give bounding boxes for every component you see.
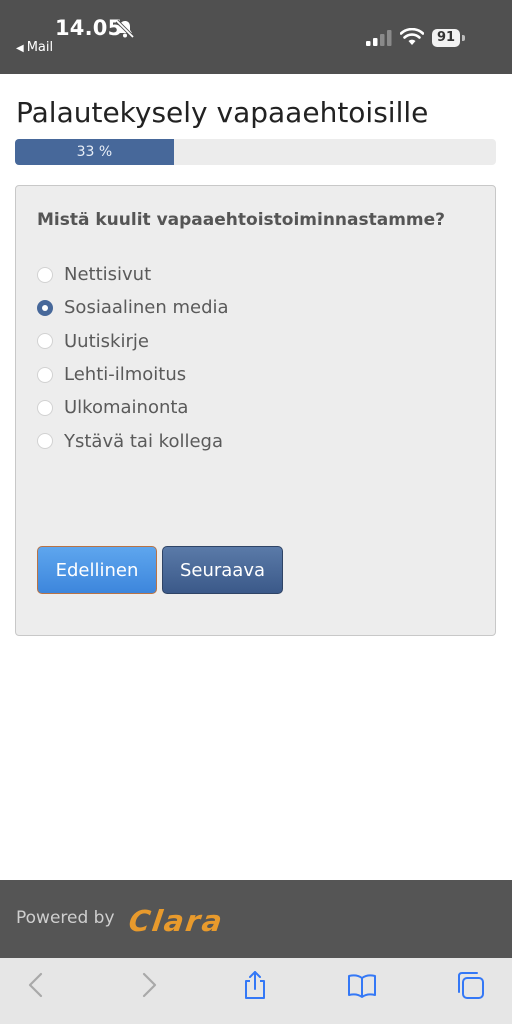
option-label: Sosiaalinen media [64,297,229,319]
option-label: Ulkomainonta [64,397,189,419]
powered-by-text: Powered by [16,908,115,928]
question-text: Mistä kuulit vapaaehtoistoiminnastamme? [37,210,446,230]
next-button[interactable]: Seuraava [162,546,283,594]
battery-level: 91 [436,30,456,45]
option-label: Nettisivut [64,264,152,286]
battery-icon: 91 [432,29,460,47]
share-icon[interactable] [240,970,270,1000]
back-app-label: Mail [26,40,54,55]
option-sosiaalinen-media[interactable]: Sosiaalinen media [37,291,229,324]
progress-bar: 33 % [15,139,496,165]
option-ystava-tai-kollega[interactable]: Ystävä tai kollega [37,424,229,457]
question-card: Mistä kuulit vapaaehtoistoiminnastamme? … [15,185,496,636]
radio-button[interactable] [37,366,53,383]
status-bar: 14.05 ◀ Mail 91 [0,0,512,74]
browser-toolbar [0,958,512,1024]
clara-logo[interactable]: Clara [127,904,226,938]
status-time: 14.05 [55,16,123,40]
option-label: Ystävä tai kollega [64,430,224,452]
footer: Powered by Clara [0,880,512,958]
radio-button[interactable] [37,266,53,283]
bookmarks-icon[interactable] [347,970,377,1000]
option-ulkomainonta[interactable]: Ulkomainonta [37,391,229,424]
tabs-icon[interactable] [455,970,485,1000]
battery-tip [462,35,465,41]
progress-label: 33 % [76,144,113,160]
option-label: Uutiskirje [64,330,149,352]
wifi-icon [400,28,424,45]
bell-slash-icon [115,19,135,39]
radio-button[interactable] [37,333,53,350]
option-lehti-ilmoitus[interactable]: Lehti-ilmoitus [37,358,229,391]
back-icon[interactable] [22,970,52,1000]
back-to-mail-link[interactable]: ◀ Mail [16,40,53,55]
progress-fill: 33 % [15,139,174,165]
option-nettisivut[interactable]: Nettisivut [37,258,229,291]
answer-options: Nettisivut Sosiaalinen media Uutiskirje … [37,258,229,458]
previous-button[interactable]: Edellinen [37,546,157,594]
radio-button[interactable] [37,299,53,316]
signal-icon [366,30,392,46]
radio-button[interactable] [37,399,53,416]
option-label: Lehti-ilmoitus [64,364,187,386]
back-triangle-icon: ◀ [16,43,24,54]
forward-icon[interactable] [133,970,163,1000]
radio-button[interactable] [37,433,53,450]
option-uutiskirje[interactable]: Uutiskirje [37,325,229,358]
page-title: Palautekysely vapaaehtoisille [16,96,429,129]
